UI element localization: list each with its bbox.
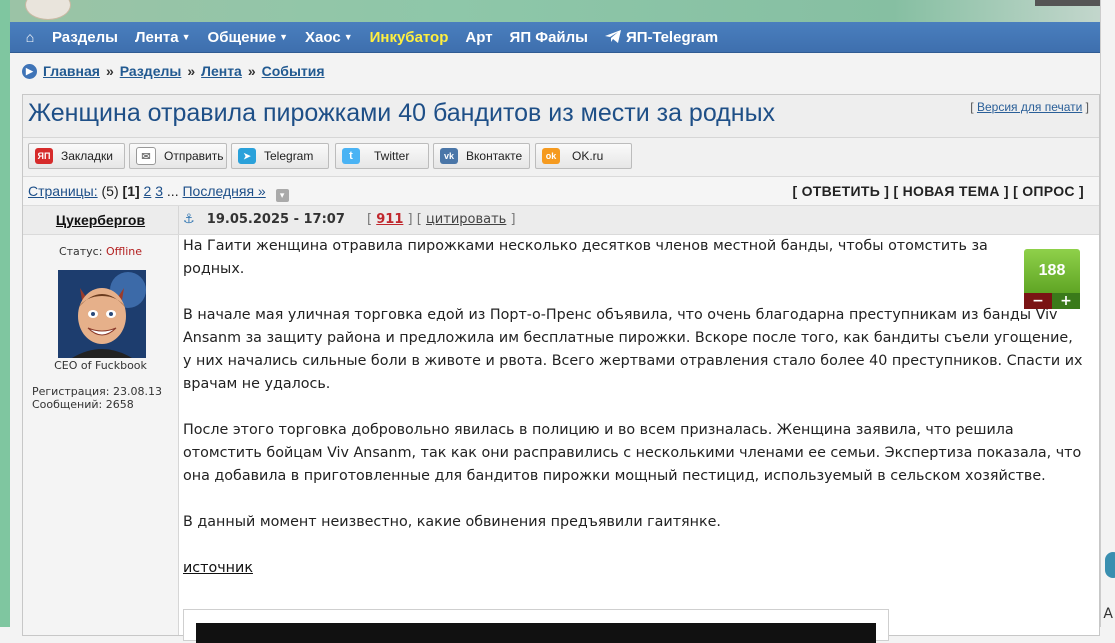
- post-header: Цукербергов ⚓ 19.05.2025 - 17:07 [ 911 ]…: [23, 206, 1099, 235]
- topic-actions[interactable]: [ ОТВЕТИТЬ ] [ НОВАЯ ТЕМА ] [ ОПРОС ]: [792, 183, 1084, 199]
- post-paragraph: В данный момент неизвестно, какие обвине…: [183, 514, 721, 530]
- telegram-share-button[interactable]: ➤ Telegram: [231, 143, 329, 169]
- main-nav: ⌂ Разделы Лента ▼ Общение ▼ Хаос ▼ Инкубато…: [10, 22, 1115, 53]
- post-author[interactable]: Цукербергов: [23, 206, 179, 234]
- nav-item-sections[interactable]: Разделы: [52, 29, 118, 46]
- header-banner: [10, 0, 1115, 22]
- page-jump-icon[interactable]: ▾: [275, 189, 289, 202]
- send-button[interactable]: ✉ Отправить: [129, 143, 227, 169]
- telegram-icon: ➤: [238, 148, 256, 164]
- embedded-image-preview: [196, 623, 876, 643]
- pages-total: (5): [101, 183, 119, 199]
- telegram-icon: [604, 29, 621, 43]
- author-sidebar: Статус: Offline CEO of Fuckbook Регистра…: [23, 235, 179, 635]
- pages-ellipsis: ...: [166, 183, 179, 199]
- print-version: [ Версия для печати ]: [970, 100, 1089, 114]
- ok-icon: ok: [542, 148, 560, 164]
- breadcrumb-separator: »: [247, 63, 256, 79]
- pagination: Страницы: (5) [1] 2 3 ... Последняя » ▾: [28, 183, 289, 202]
- quote-link[interactable]: цитировать: [426, 212, 506, 227]
- author-title: CEO of Fuckbook: [54, 359, 147, 372]
- avatar-image: [58, 270, 146, 358]
- font-size-icon[interactable]: A: [1103, 606, 1113, 622]
- post-number[interactable]: 911: [376, 212, 403, 227]
- last-page-link[interactable]: Последняя »: [182, 183, 265, 199]
- topic-title-bar: Женщина отравила пирожками 40 бандитов и…: [23, 95, 1099, 138]
- twitter-icon: t: [342, 148, 360, 164]
- anchor-icon[interactable]: ⚓: [183, 212, 195, 227]
- nav-item-incubator[interactable]: Инкубатор: [370, 29, 449, 46]
- print-version-link[interactable]: Версия для печати: [977, 100, 1082, 114]
- post-paragraph: На Гаити женщина отравила пирожками неск…: [183, 238, 988, 277]
- post-rating: 188 − +: [1024, 249, 1080, 311]
- breadcrumb-events[interactable]: События: [262, 63, 325, 79]
- vk-icon: vk: [440, 148, 458, 164]
- vk-share-button[interactable]: vk Вконтакте: [433, 143, 530, 169]
- registration-date: Регистрация: 23.08.13: [32, 385, 162, 398]
- yap-icon: ЯП: [35, 148, 53, 164]
- nav-item-art[interactable]: Арт: [465, 29, 492, 46]
- rate-up-button[interactable]: +: [1052, 293, 1080, 309]
- current-page: [1]: [122, 183, 140, 199]
- source-link[interactable]: источник: [183, 560, 253, 576]
- mail-icon: ✉: [136, 147, 156, 165]
- home-icon[interactable]: ⌂: [22, 29, 38, 45]
- avatar[interactable]: [58, 270, 146, 358]
- nav-item-files[interactable]: ЯП Файлы: [510, 29, 588, 46]
- site-logo[interactable]: [25, 0, 71, 20]
- post-paragraph: В начале мая уличная торговка едой из По…: [183, 307, 1083, 392]
- topic-container: Женщина отравила пирожками 40 бандитов и…: [22, 94, 1100, 643]
- page-title: Женщина отравила пирожками 40 бандитов и…: [28, 99, 776, 127]
- chevron-down-icon: ▼: [279, 31, 289, 42]
- status-badge: Offline: [105, 245, 143, 258]
- breadcrumb-separator: »: [105, 63, 114, 79]
- breadcrumb-feed[interactable]: Лента: [201, 63, 242, 79]
- pagination-bar: Страницы: (5) [1] 2 3 ... Последняя » ▾ …: [23, 177, 1099, 206]
- forum-icon: ▶: [22, 63, 37, 79]
- breadcrumb-home[interactable]: Главная: [43, 63, 100, 79]
- page-link-2[interactable]: 2: [144, 183, 152, 199]
- post-paragraph: После этого торговка добровольно явилась…: [183, 422, 1082, 484]
- author-status: Статус: Offline: [58, 245, 143, 258]
- right-scroll-area: A: [1100, 0, 1115, 627]
- message-count: Сообщений: 2658: [32, 398, 134, 411]
- ok-share-button[interactable]: ok OK.ru: [535, 143, 632, 169]
- page-link-3[interactable]: 3: [155, 183, 163, 199]
- rating-score: 188: [1024, 249, 1080, 293]
- chevron-down-icon: ▼: [343, 31, 353, 42]
- post-meta: ⚓ 19.05.2025 - 17:07 [ 911 ] [ цитироват…: [183, 212, 516, 227]
- nav-item-telegram[interactable]: ЯП-Telegram: [604, 29, 718, 46]
- nav-item-chaos[interactable]: Хаос ▼: [305, 29, 353, 46]
- post-date: 19.05.2025 - 17:07: [206, 212, 345, 227]
- nav-item-feed[interactable]: Лента ▼: [135, 29, 191, 46]
- breadcrumb-separator: »: [187, 63, 196, 79]
- floating-button[interactable]: [1105, 552, 1115, 578]
- twitter-share-button[interactable]: t Twitter: [335, 143, 429, 169]
- author-stats: Регистрация: 23.08.13 Сообщений: 2658: [32, 385, 162, 411]
- pages-label[interactable]: Страницы:: [28, 183, 98, 199]
- left-page-strip: [0, 0, 10, 627]
- breadcrumb-sections[interactable]: Разделы: [120, 63, 182, 79]
- nav-item-communication[interactable]: Общение ▼: [208, 29, 288, 46]
- share-bar: ЯП Закладки ✉ Отправить ➤ Telegram t Twitter…: [23, 138, 1099, 177]
- bookmarks-button[interactable]: ЯП Закладки: [28, 143, 125, 169]
- rate-down-button[interactable]: −: [1024, 293, 1052, 309]
- post-content: На Гаити женщина отравила пирожками неск…: [183, 235, 1083, 603]
- chevron-down-icon: ▼: [181, 31, 191, 42]
- breadcrumb: ▶ Главная » Разделы » Лента » События: [22, 63, 325, 79]
- embedded-image[interactable]: [183, 609, 889, 643]
